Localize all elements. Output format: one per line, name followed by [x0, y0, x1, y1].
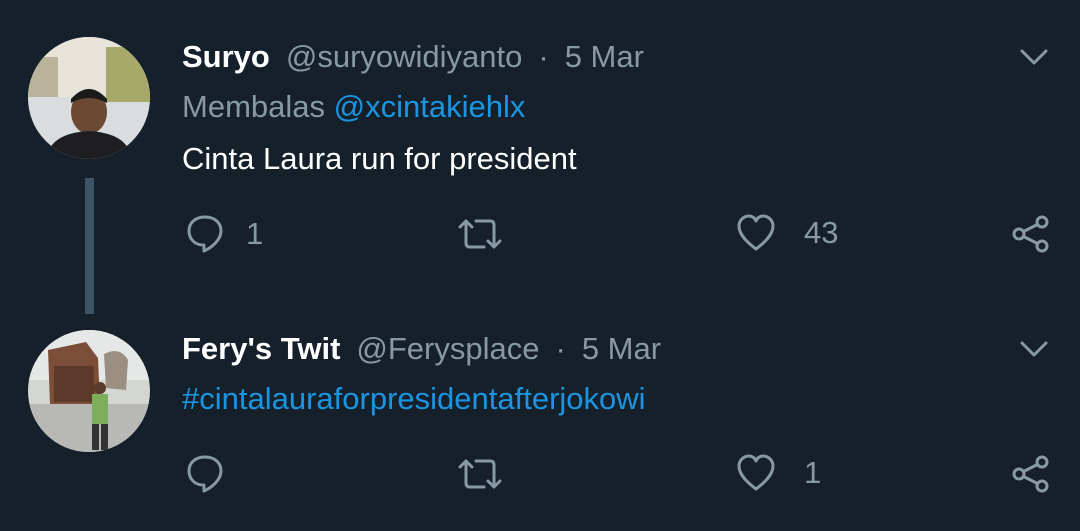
reply-context: Membalas @xcintakiehlx — [182, 89, 525, 125]
reply-prefix: Membalas — [182, 89, 325, 124]
tweet-date[interactable]: 5 Mar — [565, 39, 644, 75]
tweet-date[interactable]: 5 Mar — [582, 331, 661, 367]
reply-button[interactable]: 1 — [186, 214, 263, 254]
share-icon — [1011, 214, 1051, 254]
like-icon — [736, 454, 776, 492]
share-button[interactable] — [1011, 454, 1051, 494]
retweet-icon — [456, 216, 504, 252]
chevron-down-icon[interactable] — [1016, 39, 1052, 75]
display-name[interactable]: Suryo — [182, 39, 270, 75]
display-name[interactable]: Fery's Twit — [182, 331, 340, 367]
reply-mention-link[interactable]: @xcintakiehlx — [334, 89, 526, 124]
avatar[interactable] — [28, 330, 150, 452]
tweet-1[interactable]: Suryo @suryowidiyanto · 5 Mar Membalas @… — [0, 0, 1080, 320]
reply-button[interactable] — [186, 454, 246, 494]
separator-dot: · — [555, 331, 566, 366]
retweet-button[interactable] — [456, 216, 526, 252]
tweet-text: Cinta Laura run for president — [182, 141, 577, 176]
share-button[interactable] — [1011, 214, 1051, 254]
tweet-header: Suryo @suryowidiyanto · 5 Mar — [182, 37, 644, 77]
tweet-2[interactable]: Fery's Twit @Ferysplace · 5 Mar #cintala… — [0, 320, 1080, 531]
tweet-header: Fery's Twit @Ferysplace · 5 Mar — [182, 329, 661, 369]
reply-icon — [186, 214, 224, 254]
retweet-icon — [456, 456, 504, 492]
thread-line — [85, 178, 94, 314]
hashtag-link[interactable]: #cintalauraforpresidentafterjokowi — [182, 381, 646, 417]
reply-icon — [186, 454, 224, 494]
separator-dot: · — [538, 39, 549, 74]
like-button[interactable]: 43 — [736, 214, 838, 252]
share-icon — [1011, 454, 1051, 494]
chevron-down-icon[interactable] — [1016, 331, 1052, 367]
retweet-button[interactable] — [456, 456, 526, 492]
user-handle[interactable]: @suryowidiyanto — [286, 39, 523, 75]
user-handle[interactable]: @Ferysplace — [356, 331, 539, 367]
avatar[interactable] — [28, 37, 150, 159]
reply-count: 1 — [246, 216, 264, 251]
like-icon — [736, 214, 776, 252]
like-count: 1 — [804, 455, 822, 490]
like-button[interactable]: 1 — [736, 454, 821, 492]
like-count: 43 — [804, 215, 839, 250]
